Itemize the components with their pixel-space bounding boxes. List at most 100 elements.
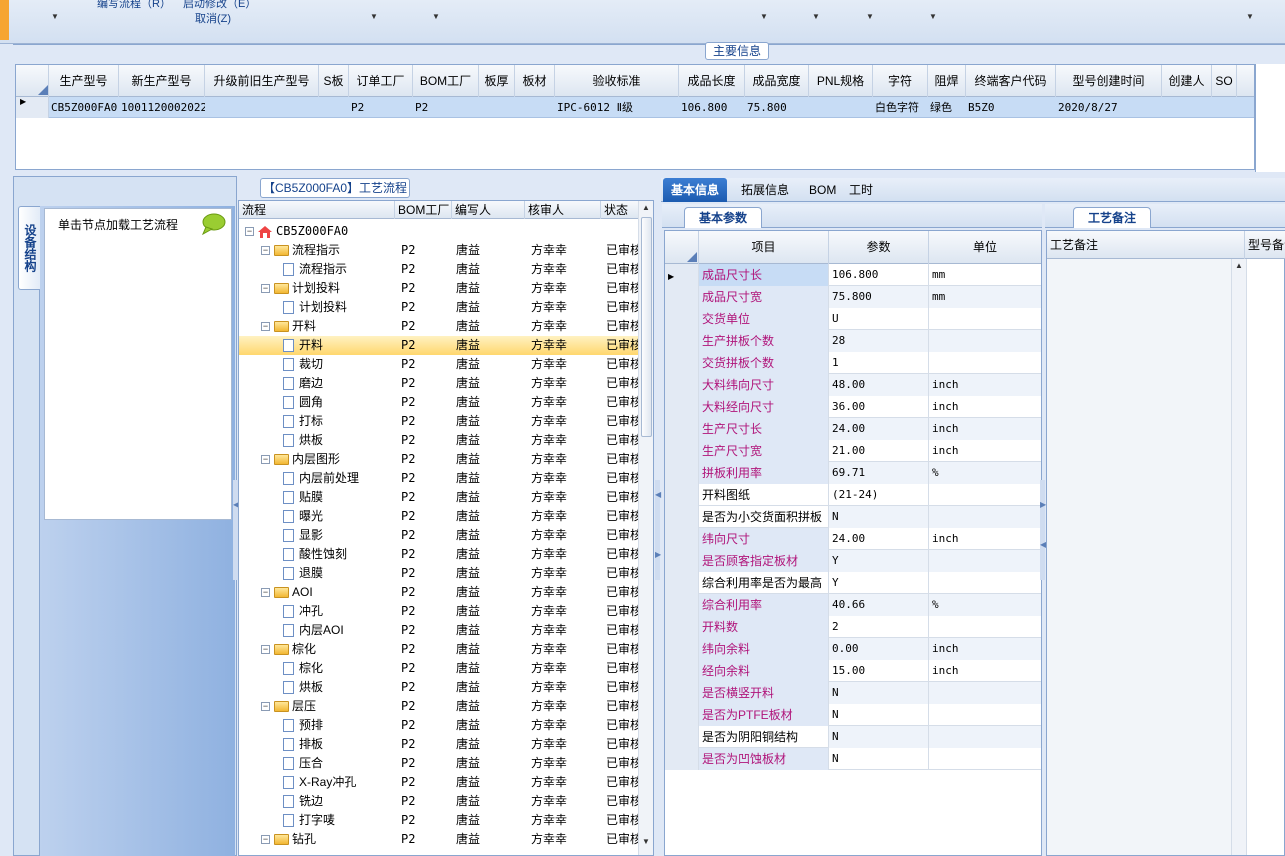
tree-node[interactable]: 曝光	[239, 507, 395, 526]
tree-row[interactable]: 磨边 P2 唐益 方幸幸 已审核	[239, 374, 639, 393]
param-row[interactable]: 是否为阴阳铜结构 N	[665, 726, 1041, 748]
tree-row[interactable]: − CB5Z000FA0	[239, 222, 639, 241]
param-row[interactable]: 纬向余料 0.00 inch	[665, 638, 1041, 660]
tree-node[interactable]: − 棕化	[239, 640, 395, 659]
tab-extended-info[interactable]: 拓展信息	[733, 178, 797, 202]
scroll-up-icon[interactable]: ▲	[1235, 261, 1243, 270]
scroll-up-icon[interactable]: ▲	[642, 203, 650, 212]
collapse-icon[interactable]: −	[245, 227, 254, 237]
tree-node[interactable]: X-Ray冲孔	[239, 773, 395, 792]
param-row[interactable]: 生产尺寸宽 21.00 inch	[665, 440, 1041, 462]
table-row[interactable]: ▶ CB5Z000FA0 10011200020226 P2 P2 IPC-6012 Ⅱ…	[16, 97, 1254, 118]
splitter-handle[interactable]: ▶ ◀	[1040, 480, 1046, 580]
param-row[interactable]: 是否为凹蚀板材 N	[665, 748, 1041, 770]
tree-node[interactable]: 贴膜	[239, 488, 395, 507]
param-value-cell[interactable]: 28	[829, 330, 929, 352]
param-value-cell[interactable]: N	[829, 748, 929, 770]
tree-node[interactable]: 压合	[239, 754, 395, 773]
tree-row[interactable]: 烘板 P2 唐益 方幸幸 已审核	[239, 431, 639, 450]
param-row[interactable]: 是否顾客指定板材 Y	[665, 550, 1041, 572]
param-value-cell[interactable]: 2	[829, 616, 929, 638]
vertical-scrollbar[interactable]: ▲ ▼	[638, 201, 653, 855]
tab-work-hours[interactable]: 工时	[841, 178, 881, 202]
table-cell[interactable]: B5Z0	[966, 97, 1056, 118]
column-header[interactable]: 订单工厂	[349, 65, 413, 97]
vertical-scrollbar[interactable]: ▲	[1231, 259, 1247, 855]
param-value-cell[interactable]: N	[829, 704, 929, 726]
tree-row[interactable]: 计划投料 P2 唐益 方幸幸 已审核	[239, 298, 639, 317]
remark-content[interactable]	[1047, 259, 1231, 855]
splitter-handle[interactable]: ◀ ▶	[655, 480, 661, 580]
param-value-cell[interactable]: 75.800	[829, 286, 929, 308]
tree-row[interactable]: − AOI P2 唐益 方幸幸 已审核	[239, 583, 639, 602]
tree-node[interactable]: 预排	[239, 716, 395, 735]
tree-row[interactable]: 曝光 P2 唐益 方幸幸 已审核	[239, 507, 639, 526]
tab-process-remark[interactable]: 工艺备注	[1073, 207, 1152, 228]
tree-row[interactable]: − 棕化 P2 唐益 方幸幸 已审核	[239, 640, 639, 659]
tree-node[interactable]: 铣边	[239, 792, 395, 811]
tree-node[interactable]: − 钻孔	[239, 830, 395, 849]
dropdown-arrow-icon[interactable]: ▼	[760, 12, 768, 21]
param-value-cell[interactable]: 1	[829, 352, 929, 374]
tree-row[interactable]: 铣边 P2 唐益 方幸幸 已审核	[239, 792, 639, 811]
collapse-icon[interactable]: −	[261, 246, 270, 256]
tree-row[interactable]: − 钻孔 P2 唐益 方幸幸 已审核	[239, 830, 639, 849]
tree-row[interactable]: 开料 P2 唐益 方幸幸 已审核	[239, 336, 639, 355]
tree-node[interactable]: 打字唛	[239, 811, 395, 830]
param-value-cell[interactable]: U	[829, 308, 929, 330]
collapse-icon[interactable]: −	[261, 322, 270, 332]
param-row[interactable]: 开料数 2	[665, 616, 1041, 638]
collapse-icon[interactable]: −	[261, 284, 270, 294]
table-cell[interactable]: 75.800	[745, 97, 809, 118]
tree-node[interactable]: − 流程指示	[239, 241, 395, 260]
collapse-icon[interactable]: −	[261, 645, 270, 655]
tree-node[interactable]: 烘板	[239, 678, 395, 697]
scrollbar-thumb[interactable]	[641, 217, 652, 437]
tree-row[interactable]: − 开料 P2 唐益 方幸幸 已审核	[239, 317, 639, 336]
toolbar-item-edit-flow[interactable]: 编写流程（R）	[97, 0, 171, 11]
column-header[interactable]: PNL规格	[809, 65, 873, 97]
tree-row[interactable]: 显影 P2 唐益 方幸幸 已审核	[239, 526, 639, 545]
tree-row[interactable]: 退膜 P2 唐益 方幸幸 已审核	[239, 564, 639, 583]
tree-node[interactable]: 计划投料	[239, 298, 395, 317]
param-row[interactable]: 经向余料 15.00 inch	[665, 660, 1041, 682]
column-header[interactable]: 新生产型号	[119, 65, 205, 97]
toolbar-item-cancel[interactable]: 取消(Z)	[195, 10, 231, 26]
tree-node[interactable]: 冲孔	[239, 602, 395, 621]
column-header[interactable]: 升级前旧生产型号	[205, 65, 319, 97]
param-row[interactable]: 是否横竖开料 N	[665, 682, 1041, 704]
tree-node[interactable]: 开料	[239, 336, 395, 355]
column-header-unit[interactable]: 单位	[929, 231, 1041, 264]
dropdown-arrow-icon[interactable]: ▼	[812, 12, 820, 21]
column-header[interactable]: 终端客户代码	[966, 65, 1056, 97]
column-header[interactable]: 成品宽度	[745, 65, 809, 97]
collapse-icon[interactable]: −	[261, 702, 270, 712]
table-cell[interactable]: P2	[349, 97, 413, 118]
column-header-process-remark[interactable]: 工艺备注	[1047, 231, 1245, 259]
scroll-down-icon[interactable]: ▼	[642, 837, 650, 846]
column-header[interactable]: 生产型号	[49, 65, 119, 97]
param-row[interactable]: 是否为小交货面积拼板 N	[665, 506, 1041, 528]
tree-row[interactable]: 内层AOI P2 唐益 方幸幸 已审核	[239, 621, 639, 640]
column-header-param[interactable]: 参数	[829, 231, 929, 264]
tree-row[interactable]: − 计划投料 P2 唐益 方幸幸 已审核	[239, 279, 639, 298]
tree-node[interactable]: − 层压	[239, 697, 395, 716]
param-value-cell[interactable]: 40.66	[829, 594, 929, 616]
param-value-cell[interactable]: N	[829, 506, 929, 528]
tree-row[interactable]: 压合 P2 唐益 方幸幸 已审核	[239, 754, 639, 773]
param-value-cell[interactable]: Y	[829, 572, 929, 594]
tree-node[interactable]: 显影	[239, 526, 395, 545]
param-row[interactable]: ▶ 成品尺寸长 106.800 mm	[665, 264, 1041, 286]
tree-node[interactable]: − 开料	[239, 317, 395, 336]
tree-node[interactable]: 打标	[239, 412, 395, 431]
tree-node[interactable]: 退膜	[239, 564, 395, 583]
tree-node[interactable]: 圆角	[239, 393, 395, 412]
column-header[interactable]: 字符	[873, 65, 928, 97]
table-cell[interactable]: CB5Z000FA0	[49, 97, 119, 118]
column-header-status[interactable]: 状态	[601, 201, 639, 219]
tree-row[interactable]: 酸性蚀刻 P2 唐益 方幸幸 已审核	[239, 545, 639, 564]
column-header-item[interactable]: 项目	[699, 231, 829, 264]
param-row[interactable]: 交货单位 U	[665, 308, 1041, 330]
param-value-cell[interactable]: 69.71	[829, 462, 929, 484]
column-header[interactable]: 板材	[515, 65, 555, 97]
